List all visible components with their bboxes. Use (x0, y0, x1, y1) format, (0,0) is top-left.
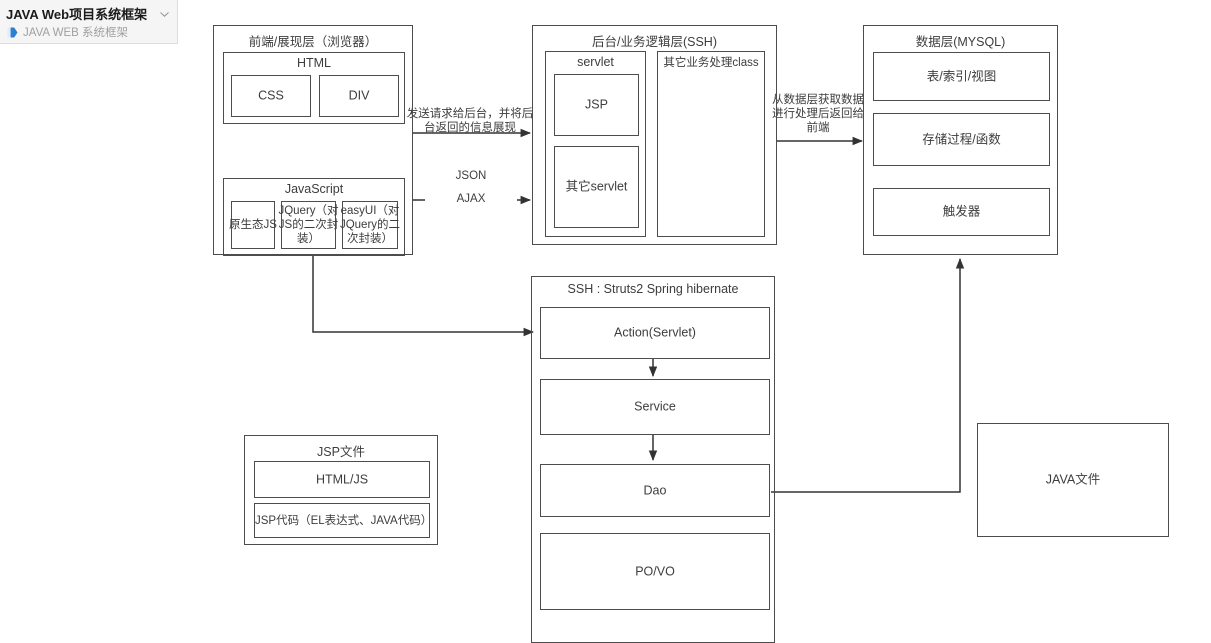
stored-procedure-label: 存储过程/函数 (922, 132, 1001, 146)
div-label: DIV (348, 88, 370, 103)
edge-frontend-action-line (312, 255, 535, 337)
table-index-view-box: 表/索引/视图 (873, 52, 1050, 101)
backend-layer-box: 后台/业务逻辑层(SSH) servlet JSP 其它servlet 其它业务… (532, 25, 777, 245)
table-index-view-label: 表/索引/视图 (926, 69, 997, 83)
jsp-code-label: JSP代码（EL表达式、JAVA代码） (255, 514, 433, 527)
edge-label-json: JSON (455, 170, 487, 182)
servlet-group-box: servlet JSP 其它servlet (545, 51, 646, 237)
diagram-canvas: JAVA Web项目系统框架 JAVA WEB 系统框架 发送请求给后台，并将后… (0, 0, 1211, 643)
other-business-class-label: 其它业务处理class (663, 57, 759, 69)
stored-procedure-box: 存储过程/函数 (873, 113, 1050, 166)
dao-label: Dao (643, 483, 667, 497)
css-box: CSS (231, 75, 311, 117)
trigger-label: 触发器 (942, 204, 981, 219)
document-subtitle-row: JAVA WEB 系统框架 (6, 24, 128, 40)
html-group-title: HTML (296, 56, 332, 70)
jquery-label: JQuery（对JS的二次封装） (278, 205, 339, 245)
action-servlet-box: Action(Servlet) (540, 307, 770, 359)
easyui-label: easyUI（对JQuery的二次封装） (339, 205, 401, 245)
chevron-down-icon[interactable] (159, 9, 169, 19)
jsp-box: JSP (554, 74, 639, 136)
jsp-label: JSP (585, 97, 608, 112)
ssh-layer-title: SSH : Struts2 Spring hibernate (567, 282, 739, 296)
dao-box: Dao (540, 464, 770, 517)
css-label: CSS (258, 88, 284, 103)
frontend-layer-box: 前端/展现层（浏览器） HTML CSS DIV JavaScript 原生态J… (213, 25, 413, 256)
jsp-file-box: JSP文件 HTML/JS JSP代码（EL表达式、JAVA代码） (244, 435, 438, 545)
edge-label-request: 发送请求给后台，并将后台返回的信息展现 (406, 108, 534, 134)
service-label: Service (634, 399, 676, 414)
other-servlet-box: 其它servlet (554, 146, 639, 228)
other-business-class-box: 其它业务处理class (657, 51, 765, 237)
page-title: JAVA Web项目系统框架 (6, 7, 148, 22)
servlet-group-title: servlet (577, 55, 614, 69)
javascript-group-box: JavaScript 原生态JS JQuery（对JS的二次封装） easyUI… (223, 178, 405, 256)
jsp-code-box: JSP代码（EL表达式、JAVA代码） (254, 503, 433, 538)
backend-layer-title: 后台/业务逻辑层(SSH) (591, 35, 717, 49)
data-layer-box: 数据层(MYSQL) 表/索引/视图 存储过程/函数 触发器 (863, 25, 1058, 255)
trigger-box: 触发器 (873, 188, 1050, 236)
service-box: Service (540, 379, 770, 435)
html-js-label: HTML/JS (315, 472, 369, 486)
edge-label-ajax: AJAX (425, 192, 517, 206)
edge-dao-data-line (771, 257, 965, 493)
java-file-box: JAVA文件 (977, 423, 1169, 537)
edge-label-data-return: 从数据层获取数据进行处理后返回给前端 (772, 94, 864, 134)
javascript-group-title: JavaScript (284, 182, 344, 196)
data-layer-title: 数据层(MYSQL) (915, 35, 1006, 49)
html-group-box: HTML CSS DIV (223, 52, 405, 124)
java-file-label: JAVA文件 (1045, 472, 1101, 487)
action-servlet-label: Action(Servlet) (614, 325, 696, 340)
div-box: DIV (319, 75, 399, 117)
document-subtitle: JAVA WEB 系统框架 (23, 27, 129, 39)
po-vo-box: PO/VO (540, 533, 770, 610)
ssh-layer-box: SSH : Struts2 Spring hibernate Action(Se… (531, 276, 775, 643)
frontend-layer-title: 前端/展现层（浏览器） (248, 35, 378, 49)
jquery-box: JQuery（对JS的二次封装） (278, 201, 339, 249)
native-js-box: 原生态JS (229, 201, 277, 249)
po-vo-label: PO/VO (635, 564, 675, 578)
title-panel: JAVA Web项目系统框架 JAVA WEB 系统框架 (0, 0, 178, 44)
tag-icon (6, 26, 19, 39)
easyui-box: easyUI（对JQuery的二次封装） (340, 201, 400, 249)
html-js-box: HTML/JS (254, 461, 430, 498)
jsp-file-title: JSP文件 (317, 445, 365, 459)
other-servlet-label: 其它servlet (565, 179, 628, 194)
